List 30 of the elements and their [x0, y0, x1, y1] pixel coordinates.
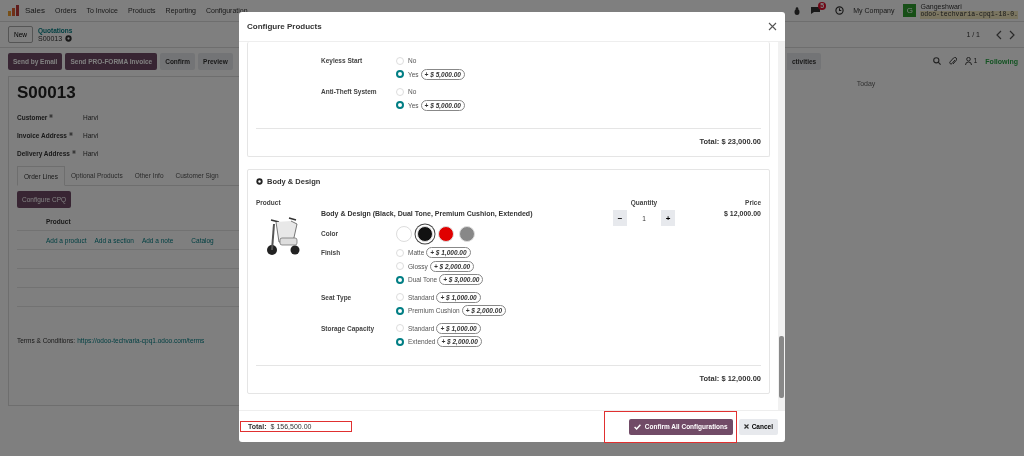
paperclip-icon[interactable]: [949, 56, 958, 66]
color-swatch[interactable]: [438, 226, 454, 242]
decrement-button[interactable]: −: [613, 210, 627, 226]
app-name[interactable]: Sales: [25, 6, 45, 15]
radio-button[interactable]: [396, 101, 404, 110]
chevron-left-icon[interactable]: [995, 29, 1003, 40]
bar-chart-logo-icon[interactable]: [8, 5, 19, 16]
settings-icon[interactable]: [65, 35, 73, 42]
increment-button[interactable]: +: [661, 210, 675, 226]
radio-button[interactable]: [396, 275, 404, 284]
record-title: S00013: [17, 83, 76, 103]
color-swatch[interactable]: [459, 226, 475, 242]
dialog-title: Configure Products: [247, 22, 322, 31]
radio-button[interactable]: [396, 70, 404, 79]
radio-button[interactable]: [396, 337, 404, 346]
chat-icon[interactable]: [810, 6, 822, 15]
check-icon: [633, 423, 641, 430]
cog-icon: [256, 178, 263, 185]
radio-button[interactable]: [396, 306, 404, 315]
clock-icon[interactable]: [835, 6, 845, 15]
color-swatch[interactable]: [396, 226, 412, 242]
search-icon[interactable]: [933, 57, 942, 65]
scrollbar-thumb[interactable]: [779, 336, 784, 398]
scrollbar[interactable]: [778, 42, 785, 410]
close-icon[interactable]: [768, 22, 777, 31]
color-swatch[interactable]: [417, 226, 433, 242]
close-icon: [743, 424, 749, 429]
chevron-right-icon[interactable]: [1008, 29, 1016, 40]
person-icon[interactable]: [965, 57, 973, 65]
user-avatar[interactable]: G: [903, 4, 917, 17]
